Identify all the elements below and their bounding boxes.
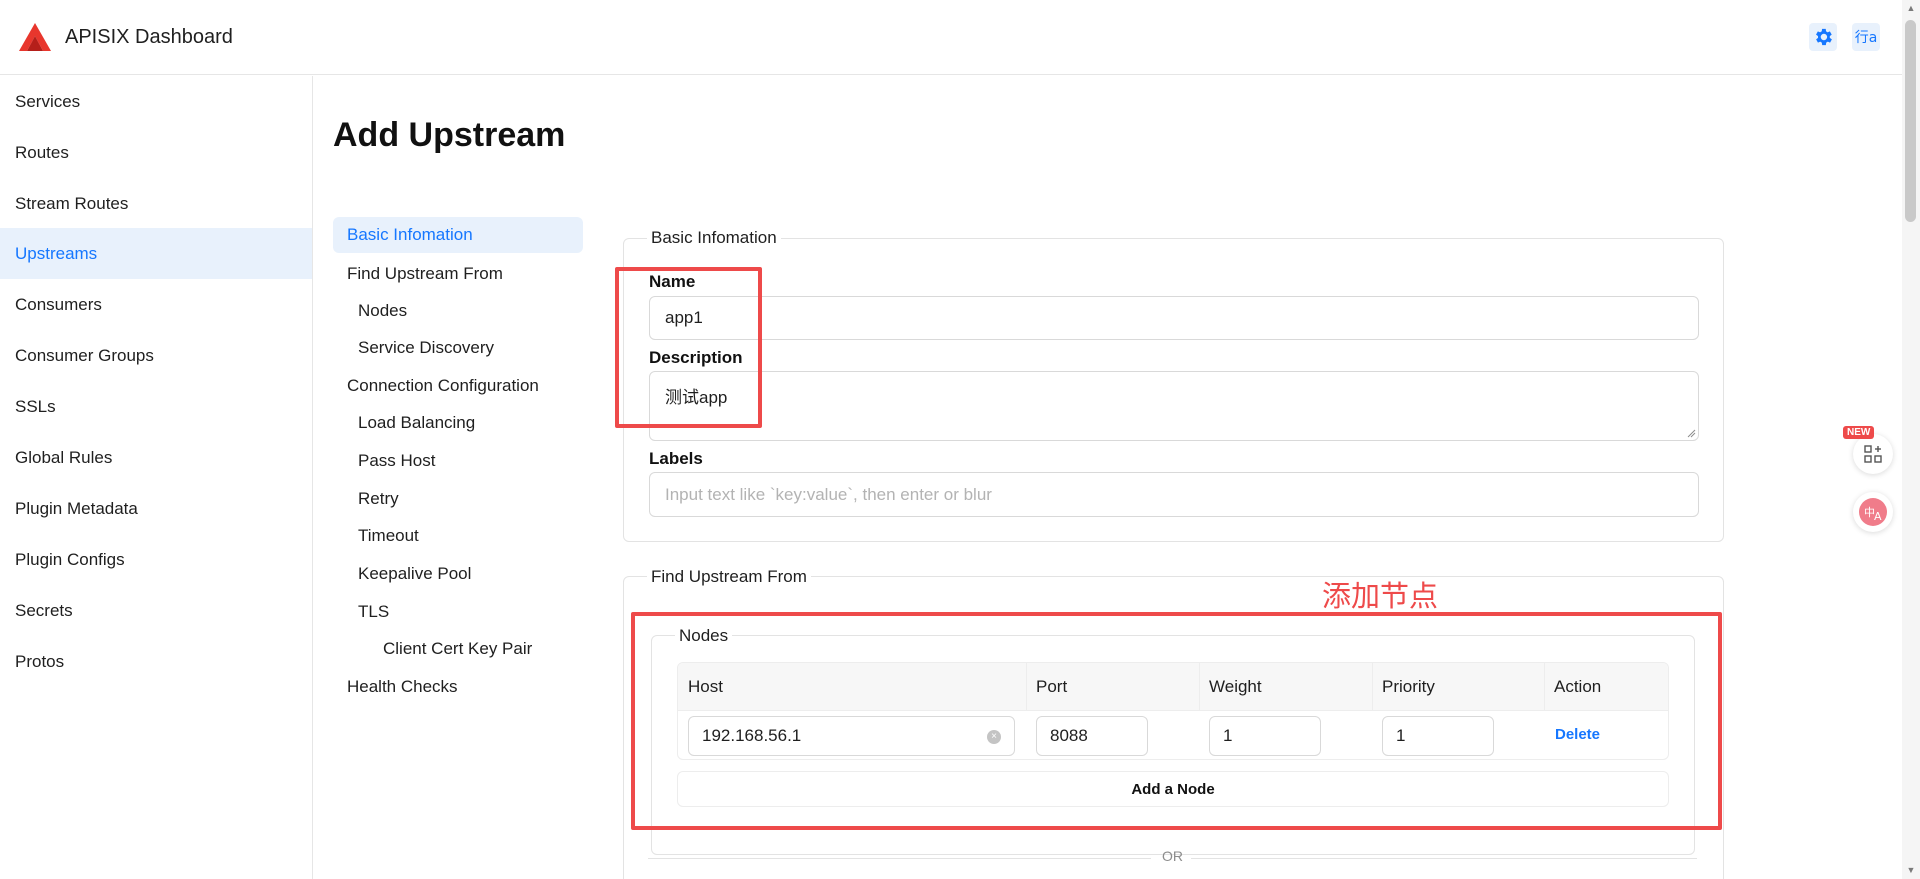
sidebar-item-secrets[interactable]: Secrets — [0, 585, 312, 636]
anchor-tls[interactable]: TLS — [358, 594, 389, 630]
sidebar-item-routes[interactable]: Routes — [0, 127, 312, 178]
anchor-load-balancing[interactable]: Load Balancing — [358, 405, 475, 441]
name-input[interactable]: app1 — [649, 296, 1699, 340]
divider — [648, 858, 1151, 859]
resize-handle-icon[interactable] — [1687, 429, 1696, 438]
page-title: Add Upstream — [333, 116, 566, 154]
sidebar-item-protos[interactable]: Protos — [0, 636, 312, 687]
new-feature-button[interactable] — [1853, 434, 1893, 474]
sidebar-item-stream-routes[interactable]: Stream Routes — [0, 178, 312, 229]
annotation-note: 添加节点 — [1322, 579, 1439, 613]
anchor-find-upstream-from[interactable]: Find Upstream From — [347, 256, 503, 292]
sidebar-item-plugin-configs[interactable]: Plugin Configs — [0, 534, 312, 585]
svg-text:A: A — [1874, 510, 1882, 523]
annotation-box-nodes — [631, 612, 1722, 830]
sidebar-item-upstreams[interactable]: Upstreams — [0, 228, 312, 279]
anchor-basic-infomation[interactable]: Basic Infomation — [333, 217, 583, 253]
scroll-up-arrow-icon[interactable]: ▲ — [1906, 3, 1916, 13]
sidebar-item-consumer-groups[interactable]: Consumer Groups — [0, 330, 312, 381]
scrollbar-thumb[interactable] — [1905, 20, 1916, 222]
anchor-connection-configuration[interactable]: Connection Configuration — [347, 368, 539, 404]
settings-button[interactable] — [1809, 23, 1837, 51]
new-badge: NEW — [1843, 426, 1875, 439]
sidebar: Services Routes Stream Routes Upstreams … — [0, 76, 313, 879]
sidebar-item-plugin-metadata[interactable]: Plugin Metadata — [0, 483, 312, 534]
description-textarea[interactable]: 测试app — [649, 371, 1699, 441]
sidebar-item-consumers[interactable]: Consumers — [0, 279, 312, 330]
settings-icon — [1816, 28, 1832, 46]
scroll-down-arrow-icon[interactable]: ▼ — [1906, 865, 1916, 875]
labels-input[interactable]: Input text like `key:value`, then enter … — [649, 472, 1699, 517]
sidebar-item-ssls[interactable]: SSLs — [0, 381, 312, 432]
anchor-health-checks[interactable]: Health Checks — [347, 669, 458, 705]
language-icon: 行a — [1854, 30, 1878, 46]
anchor-client-cert-key-pair[interactable]: Client Cert Key Pair — [383, 631, 532, 667]
basic-info-legend: Basic Infomation — [647, 228, 781, 248]
or-divider-label: OR — [1162, 848, 1183, 864]
labels-label: Labels — [649, 449, 703, 468]
anchor-service-discovery[interactable]: Service Discovery — [358, 330, 494, 366]
sidebar-item-services[interactable]: Services — [0, 76, 312, 127]
anchor-retry[interactable]: Retry — [358, 481, 399, 517]
anchor-pass-host[interactable]: Pass Host — [358, 443, 435, 479]
translate-button[interactable]: 中 A — [1853, 492, 1893, 532]
divider — [1191, 858, 1697, 859]
apisix-logo-icon[interactable] — [19, 23, 51, 51]
translate-icon: 中 A — [1859, 498, 1887, 526]
app-title[interactable]: APISIX Dashboard — [65, 26, 233, 49]
language-button[interactable]: 行a — [1852, 23, 1880, 51]
find-upstream-legend: Find Upstream From — [647, 567, 811, 587]
anchor-keepalive-pool[interactable]: Keepalive Pool — [358, 556, 471, 592]
apps-add-icon — [1864, 445, 1882, 463]
anchor-timeout[interactable]: Timeout — [358, 518, 419, 554]
annotation-box-basic-info — [615, 267, 762, 428]
labels-placeholder: Input text like `key:value`, then enter … — [665, 484, 992, 504]
anchor-nodes[interactable]: Nodes — [358, 293, 407, 329]
top-header: APISIX Dashboard 行a — [0, 0, 1902, 75]
sidebar-item-global-rules[interactable]: Global Rules — [0, 432, 312, 483]
